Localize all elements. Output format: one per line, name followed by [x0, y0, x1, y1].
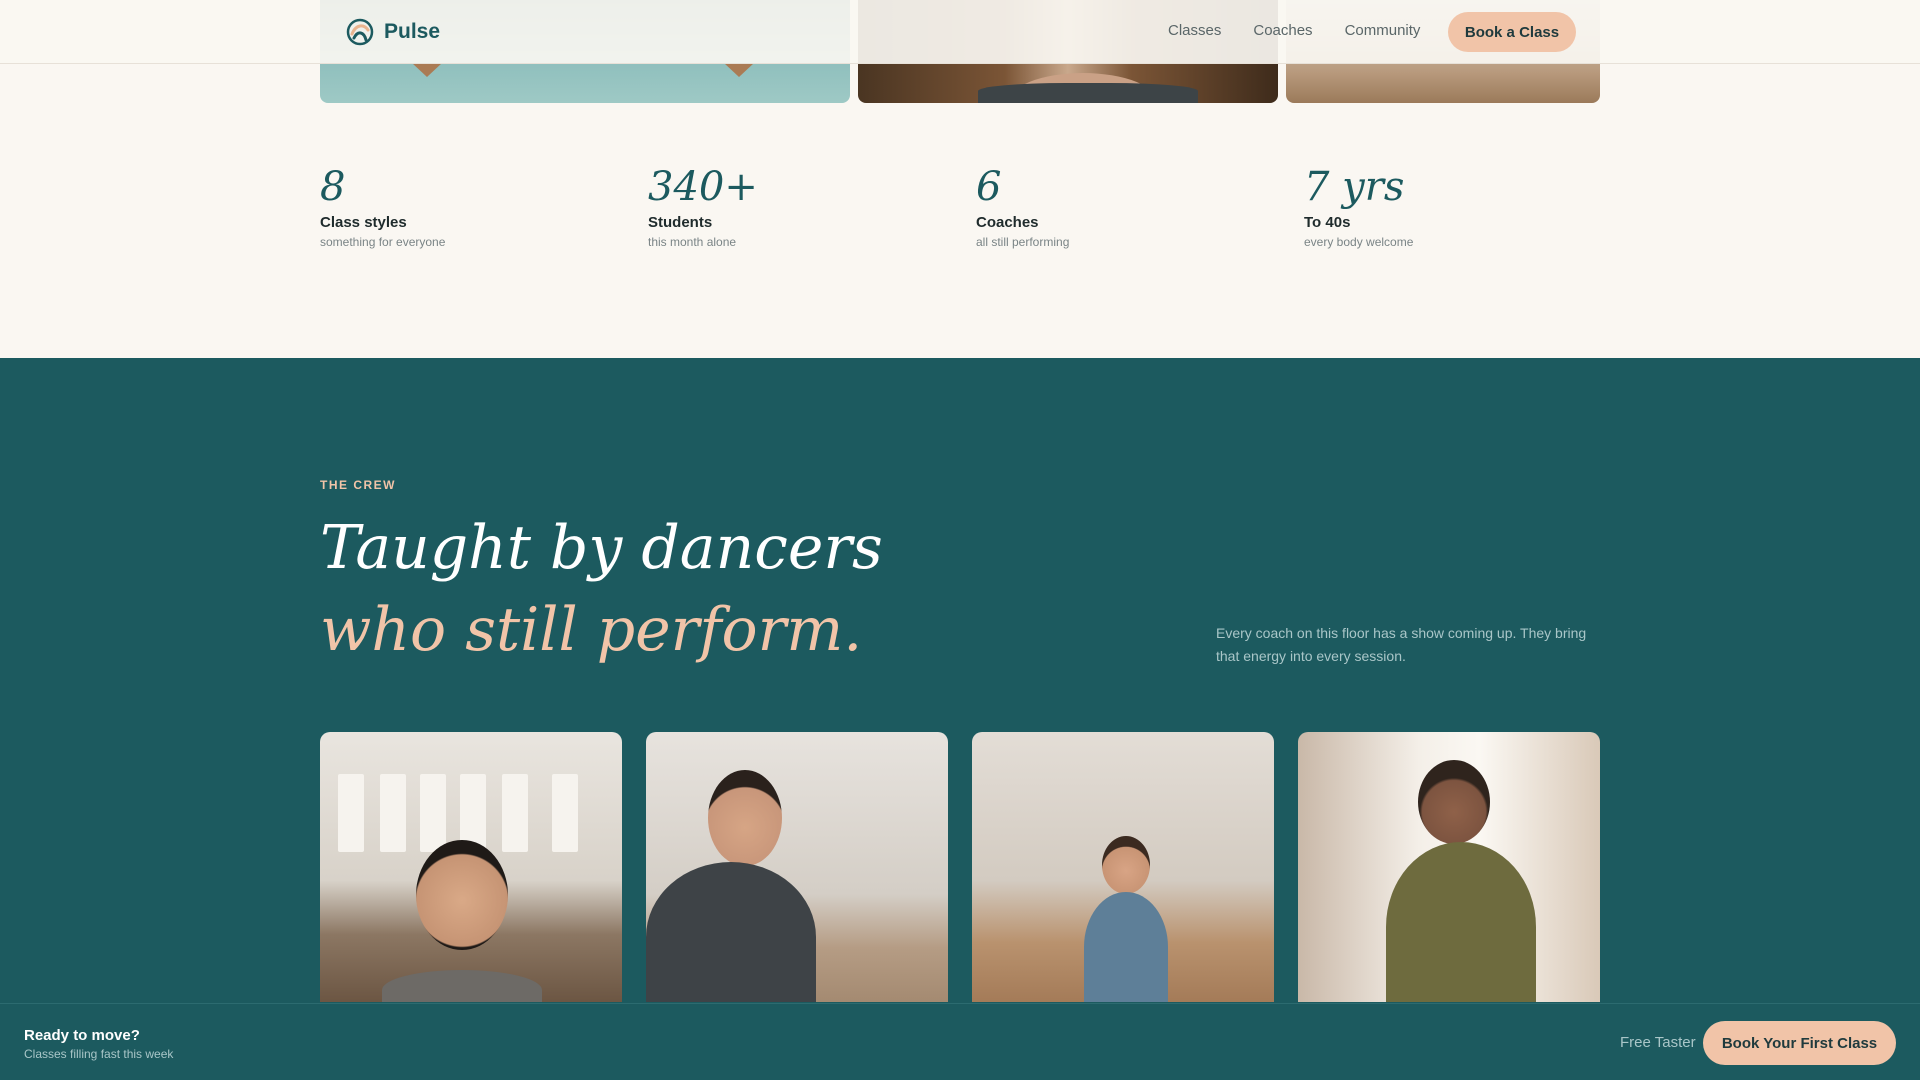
nav-link-coaches[interactable]: Coaches: [1253, 22, 1312, 39]
book-first-class-button[interactable]: Book Your First Class: [1703, 1021, 1896, 1065]
coach-card[interactable]: [1298, 732, 1600, 1002]
stat-subtext: all still performing: [976, 235, 1070, 249]
nav-link-community[interactable]: Community: [1345, 22, 1421, 39]
brand-logo[interactable]: Pulse: [346, 18, 440, 46]
coach-body: [382, 970, 542, 1002]
stat-value: 7 yrs: [1304, 164, 1405, 210]
section-headline: Taught by dancers: [320, 513, 883, 583]
coach-body: [646, 862, 816, 1002]
book-class-button[interactable]: Book a Class: [1448, 12, 1576, 52]
studio-window: [552, 774, 578, 852]
stat-students: 340+ Students this month alone: [648, 164, 948, 249]
top-navbar: Pulse Classes Coaches Community Book a C…: [0, 0, 1920, 64]
stat-coaches: 6 Coaches all still performing: [976, 164, 1276, 249]
bar-title: Ready to move?: [24, 1027, 140, 1044]
stat-label: Coaches: [976, 214, 1039, 231]
stat-class-styles: 8 Class styles something for everyone: [320, 164, 620, 249]
coach-portrait: [708, 770, 782, 866]
coach-body: [1386, 842, 1536, 1002]
studio-window: [380, 774, 406, 852]
stat-label: Class styles: [320, 214, 407, 231]
coach-card[interactable]: [972, 732, 1274, 1002]
studio-window: [420, 774, 446, 852]
coach-shirt: [978, 83, 1198, 103]
coach-portrait: [416, 840, 508, 950]
section-headline-accent: who still perform.: [320, 595, 863, 665]
nav-link-classes[interactable]: Classes: [1168, 22, 1221, 39]
brand-name: Pulse: [384, 20, 441, 43]
stat-subtext: something for everyone: [320, 235, 446, 249]
studio-window: [502, 774, 528, 852]
free-taster-link[interactable]: Free Taster: [1620, 1034, 1696, 1051]
stat-ages: 7 yrs To 40s every body welcome: [1304, 164, 1604, 249]
stat-subtext: every body welcome: [1304, 235, 1414, 249]
sticky-cta-bar: Ready to move? Classes filling fast this…: [0, 1003, 1920, 1080]
coach-card[interactable]: [646, 732, 948, 1002]
pulse-logo-icon: [346, 18, 374, 46]
stat-label: To 40s: [1304, 214, 1351, 231]
coach-portrait: [1418, 760, 1490, 844]
stat-value: 6: [976, 164, 1002, 210]
coach-card[interactable]: [320, 732, 622, 1002]
section-description: Every coach on this floor has a show com…: [1216, 625, 1587, 664]
coach-body: [1084, 892, 1168, 1002]
section-eyebrow: THE CREW: [320, 478, 396, 492]
stat-value: 340+: [648, 164, 758, 210]
studio-window: [338, 774, 364, 852]
nav-links: Classes Coaches Community: [1168, 22, 1420, 39]
stat-subtext: this month alone: [648, 235, 737, 249]
star-decoration: [724, 63, 754, 77]
stat-label: Students: [648, 214, 713, 231]
bar-subtitle: Classes filling fast this week: [24, 1047, 174, 1061]
stat-value: 8: [320, 164, 346, 210]
crew-section: THE CREW Taught by dancers who still per…: [0, 358, 1920, 1080]
star-decoration: [412, 63, 442, 77]
coach-portrait: [1102, 836, 1150, 894]
